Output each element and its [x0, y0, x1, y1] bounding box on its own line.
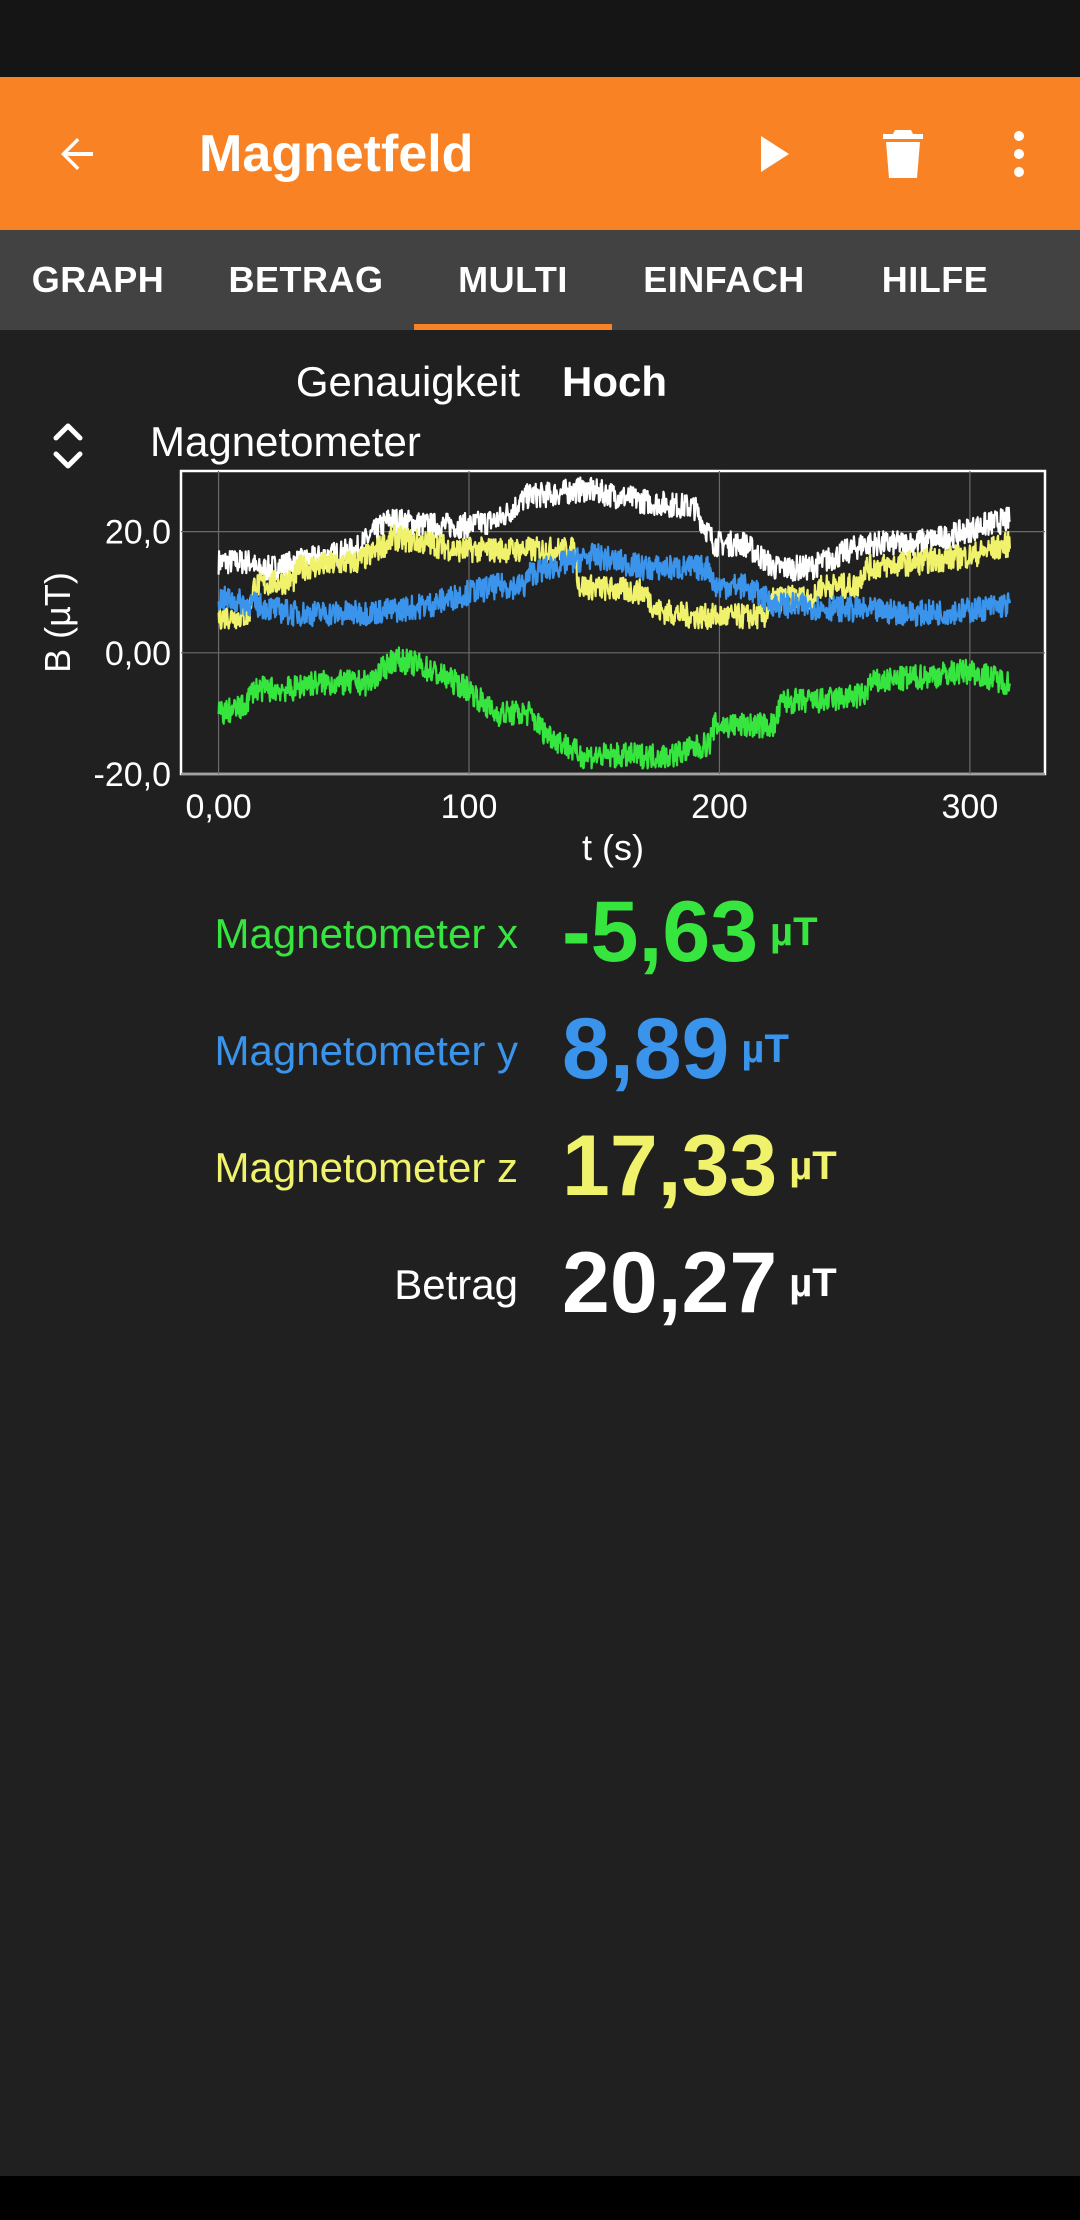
reading-label: Magnetometer x [214, 910, 518, 957]
arrow-back-icon[interactable] [40, 117, 114, 191]
magnetometer-chart: 20,0 0,00 -20,0 0,00 100 200 300 t (s) B (µT) [37, 469, 1047, 868]
tab-graph[interactable]: GRAPH [0, 230, 196, 330]
more-vert-icon[interactable] [982, 117, 1056, 191]
tab-einfach[interactable]: EINFACH [622, 230, 826, 330]
reading-value: -5,63 µT [562, 882, 818, 982]
reading-value: 20,27 µT [562, 1233, 837, 1333]
reading-unit: µT [741, 1027, 789, 1071]
reading-label: Magnetometer z [214, 1144, 518, 1191]
y-tick-label: 0,00 [105, 635, 171, 673]
y-tick-label: 20,0 [105, 514, 171, 552]
reading-unit: µT [789, 1144, 837, 1188]
status-bar [0, 0, 1080, 77]
reading-value: 17,33 µT [562, 1116, 837, 1216]
reading-row: Betrag 20,27 µT [0, 1233, 1080, 1343]
x-tick-label: 300 [942, 788, 999, 826]
screen: Magnetfeld GRAPH BETRAG MULTI EINFACH HI… [0, 0, 1080, 2220]
reading-row: Magnetometer x -5,63 µT [0, 882, 1080, 992]
reading-label: Betrag [394, 1261, 518, 1308]
x-tick-label: 0,00 [185, 788, 251, 826]
tab-bar: GRAPH BETRAG MULTI EINFACH HILFE [0, 230, 1080, 330]
reading-number: 8,89 [562, 1001, 730, 1097]
chart-title: Magnetometer [150, 418, 421, 465]
y-axis-label: B (µT) [37, 572, 78, 673]
reading-number: 17,33 [562, 1118, 778, 1214]
reading-number: -5,63 [562, 884, 759, 980]
reading-value: 8,89 µT [562, 999, 789, 1099]
navigation-bar [0, 2176, 1080, 2220]
tab-hilfe[interactable]: HILFE [840, 230, 1030, 330]
tab-multi[interactable]: MULTI [414, 230, 612, 330]
accuracy-label: Genauigkeit [295, 358, 520, 405]
play-icon[interactable] [736, 117, 810, 191]
y-tick-label: -20,0 [94, 756, 172, 794]
x-tick-label: 200 [691, 788, 748, 826]
x-axis-label: t (s) [582, 827, 644, 868]
x-tick-label: 100 [441, 788, 498, 826]
reading-unit: µT [770, 910, 818, 954]
tab-indicator [414, 324, 612, 330]
trash-icon[interactable] [866, 117, 940, 191]
accuracy-value: Hoch [562, 358, 667, 405]
reading-row: Magnetometer z 17,33 µT [0, 1116, 1080, 1226]
app-bar: Magnetfeld [0, 77, 1080, 230]
tab-betrag[interactable]: BETRAG [206, 230, 406, 330]
reading-number: 20,27 [562, 1235, 778, 1331]
reading-unit: µT [789, 1261, 837, 1305]
reading-label: Magnetometer y [214, 1027, 518, 1074]
page-title: Magnetfeld [199, 125, 474, 183]
reading-row: Magnetometer y 8,89 µT [0, 999, 1080, 1109]
